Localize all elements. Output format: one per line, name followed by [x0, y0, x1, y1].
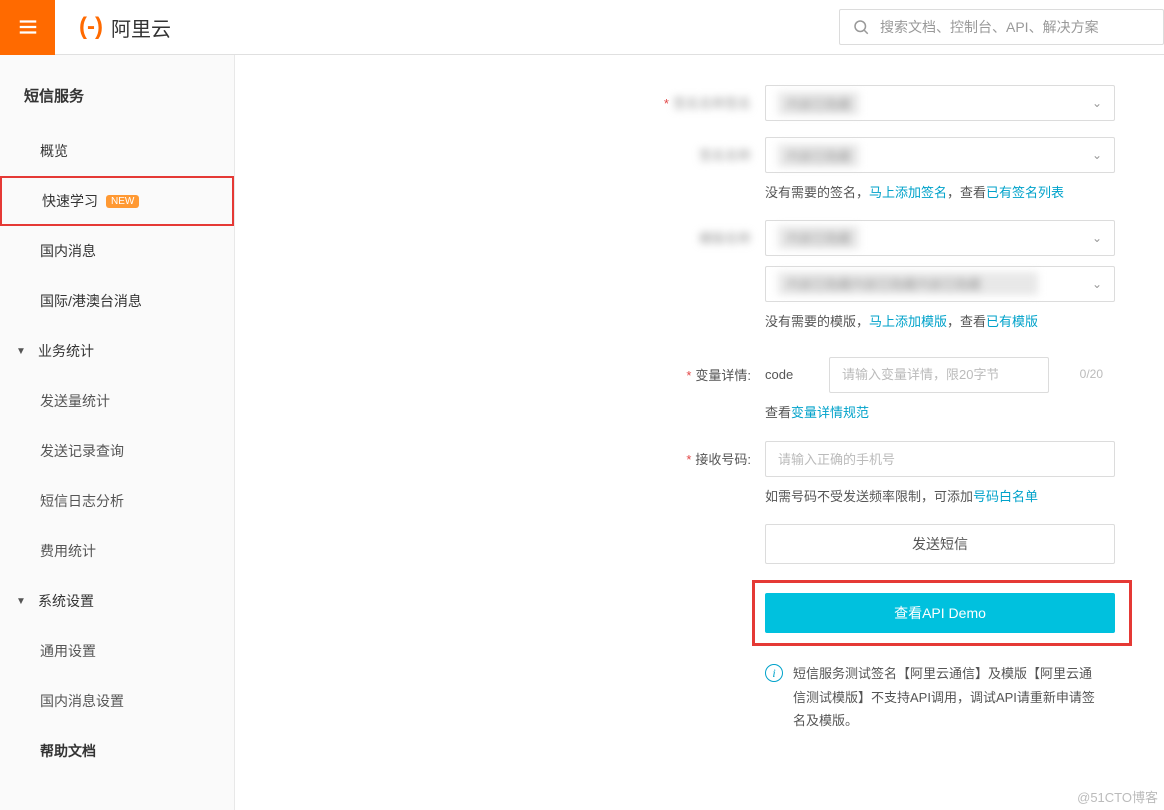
sidebar-group-label: 业务统计 — [38, 341, 94, 361]
form-row-select1: *签名名称签名 内容已隐藏 ⌄ — [235, 85, 1134, 121]
link-template-list[interactable]: 已有模版 — [986, 314, 1038, 329]
view-api-demo-button[interactable]: 查看API Demo — [765, 593, 1115, 633]
sidebar-item-send-records[interactable]: 发送记录查询 — [0, 426, 234, 476]
search-icon — [852, 18, 870, 36]
link-whitelist[interactable]: 号码白名单 — [973, 489, 1038, 504]
api-demo-highlight-box: 查看API Demo — [752, 580, 1132, 646]
select-field-4[interactable]: 内容已隐藏内容已隐藏内容已隐藏 ⌄ — [765, 266, 1115, 302]
phone-helper: 如需号码不受发送频率限制，可添加号码白名单 — [765, 487, 1115, 508]
hamburger-icon — [17, 16, 39, 38]
logo-mark-icon: (-) — [79, 13, 103, 41]
sidebar-title: 短信服务 — [0, 55, 234, 126]
send-sms-button[interactable]: 发送短信 — [765, 524, 1115, 564]
search-box[interactable] — [839, 9, 1164, 45]
sidebar-item-quick-learn[interactable]: 快速学习 NEW — [0, 176, 234, 226]
chevron-down-icon: ⌄ — [1092, 277, 1102, 291]
sidebar-item-label: 快速学习 — [42, 191, 98, 211]
sidebar-item-label: 概览 — [40, 141, 68, 161]
sidebar-item-label: 国内消息 — [40, 241, 96, 261]
form-row-select3: 模版名称 内容已隐藏 ⌄ — [235, 220, 1134, 256]
sidebar: 短信服务 概览 快速学习 NEW 国内消息 国际/港澳台消息 ▼ 业务统计 发送… — [0, 55, 235, 810]
var-helper: 查看变量详情规范 — [765, 403, 1115, 424]
sidebar-item-general-settings[interactable]: 通用设置 — [0, 626, 234, 676]
link-add-template[interactable]: 马上添加模版 — [869, 314, 947, 329]
form-row-select4: 内容已隐藏内容已隐藏内容已隐藏 ⌄ 没有需要的模版，马上添加模版，查看已有模版 — [235, 266, 1134, 333]
link-var-spec[interactable]: 变量详情规范 — [791, 405, 869, 420]
search-input[interactable] — [880, 19, 1151, 35]
header: (-) 阿里云 — [0, 0, 1164, 55]
select-field-1[interactable]: 内容已隐藏 ⌄ — [765, 85, 1115, 121]
chevron-down-icon: ⌄ — [1092, 231, 1102, 245]
content: *签名名称签名 内容已隐藏 ⌄ 签名名称 内容已隐藏 ⌄ 没有需要的签名，马上添… — [235, 55, 1164, 810]
chevron-down-icon: ⌄ — [1092, 148, 1102, 162]
sidebar-item-log-analysis[interactable]: 短信日志分析 — [0, 476, 234, 526]
logo[interactable]: (-) 阿里云 — [79, 13, 171, 42]
var-char-count: 0/20 — [1080, 367, 1103, 381]
menu-button[interactable] — [0, 0, 55, 55]
select-value-redacted: 内容已隐藏 — [778, 226, 859, 249]
main: 短信服务 概览 快速学习 NEW 国内消息 国际/港澳台消息 ▼ 业务统计 发送… — [0, 55, 1164, 810]
form-row-phone: *接收号码: 如需号码不受发送频率限制，可添加号码白名单 — [235, 441, 1134, 508]
variable-input[interactable] — [829, 357, 1049, 393]
sidebar-item-overview[interactable]: 概览 — [0, 126, 234, 176]
sidebar-item-label: 短信日志分析 — [40, 491, 124, 511]
sidebar-item-label: 国内消息设置 — [40, 691, 124, 711]
info-text: 短信服务测试签名【阿里云通信】及模版【阿里云通信测试模版】不支持API调用，调试… — [793, 662, 1103, 732]
sidebar-item-domestic[interactable]: 国内消息 — [0, 226, 234, 276]
form-label-redacted: 签名名称 — [235, 137, 765, 164]
form-row-info: i 短信服务测试签名【阿里云通信】及模版【阿里云通信测试模版】不支持API调用，… — [235, 662, 1134, 732]
form-label-empty — [235, 266, 765, 274]
sidebar-item-label: 费用统计 — [40, 541, 96, 561]
logo-text: 阿里云 — [111, 13, 171, 42]
form-row-variable: *变量详情: code 0/20 查看变量详情规范 — [235, 357, 1134, 424]
signature-helper: 没有需要的签名，马上添加签名，查看已有签名列表 — [765, 183, 1115, 204]
sidebar-item-send-stats[interactable]: 发送量统计 — [0, 376, 234, 426]
form-row-send-btn: 发送短信 — [235, 524, 1134, 564]
watermark: @51CTO博客 — [1077, 787, 1158, 806]
form-label-variable: *变量详情: — [235, 357, 765, 384]
select-field-2[interactable]: 内容已隐藏 ⌄ — [765, 137, 1115, 173]
select-value-redacted: 内容已隐藏 — [778, 144, 859, 167]
sidebar-item-domestic-settings[interactable]: 国内消息设置 — [0, 676, 234, 726]
phone-input[interactable] — [765, 441, 1115, 477]
form-row-select2: 签名名称 内容已隐藏 ⌄ 没有需要的签名，马上添加签名，查看已有签名列表 — [235, 137, 1134, 204]
var-code-label: code — [765, 367, 813, 382]
form-label-phone: *接收号码: — [235, 441, 765, 468]
sidebar-item-label: 发送记录查询 — [40, 441, 124, 461]
sidebar-item-label: 发送量统计 — [40, 391, 110, 411]
form-label-redacted: *签名名称签名 — [235, 85, 765, 112]
info-icon: i — [765, 664, 783, 682]
template-helper: 没有需要的模版，马上添加模版，查看已有模版 — [765, 312, 1115, 333]
sidebar-group-label: 系统设置 — [38, 591, 94, 611]
chevron-down-icon: ⌄ — [1092, 96, 1102, 110]
form-row-api-demo: 查看API Demo — [235, 580, 1134, 646]
select-value-redacted: 内容已隐藏内容已隐藏内容已隐藏 — [778, 272, 1038, 295]
sidebar-item-label: 国际/港澳台消息 — [40, 291, 142, 311]
select-field-3[interactable]: 内容已隐藏 ⌄ — [765, 220, 1115, 256]
select-value-redacted: 内容已隐藏 — [778, 92, 859, 115]
link-signature-list[interactable]: 已有签名列表 — [986, 185, 1064, 200]
form-label-redacted: 模版名称 — [235, 220, 765, 247]
sidebar-item-cost-stats[interactable]: 费用统计 — [0, 526, 234, 576]
new-badge: NEW — [106, 195, 139, 208]
sidebar-group-settings[interactable]: ▼ 系统设置 — [0, 576, 234, 626]
caret-down-icon: ▼ — [16, 596, 26, 607]
sidebar-item-label: 通用设置 — [40, 641, 96, 661]
sidebar-item-intl[interactable]: 国际/港澳台消息 — [0, 276, 234, 326]
sidebar-item-label: 帮助文档 — [40, 741, 96, 761]
sidebar-group-stats[interactable]: ▼ 业务统计 — [0, 326, 234, 376]
link-add-signature[interactable]: 马上添加签名 — [869, 185, 947, 200]
sidebar-item-help-docs[interactable]: 帮助文档 — [0, 726, 234, 776]
caret-down-icon: ▼ — [16, 346, 26, 357]
